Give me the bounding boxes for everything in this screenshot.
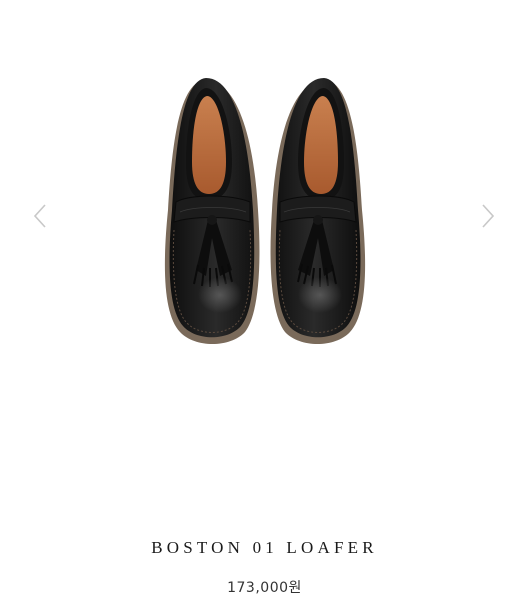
next-image-button[interactable] [476,200,500,232]
right-shoe [270,78,366,344]
product-image [164,78,366,344]
product-price: 173,000원 [227,580,302,596]
left-shoe [164,78,260,344]
previous-image-button[interactable] [28,200,52,232]
chevron-left-icon [33,204,46,228]
product-name: BOSTON 01 LOAFER [151,538,378,557]
product-image-gallery [0,0,529,470]
chevron-right-icon [482,204,495,228]
